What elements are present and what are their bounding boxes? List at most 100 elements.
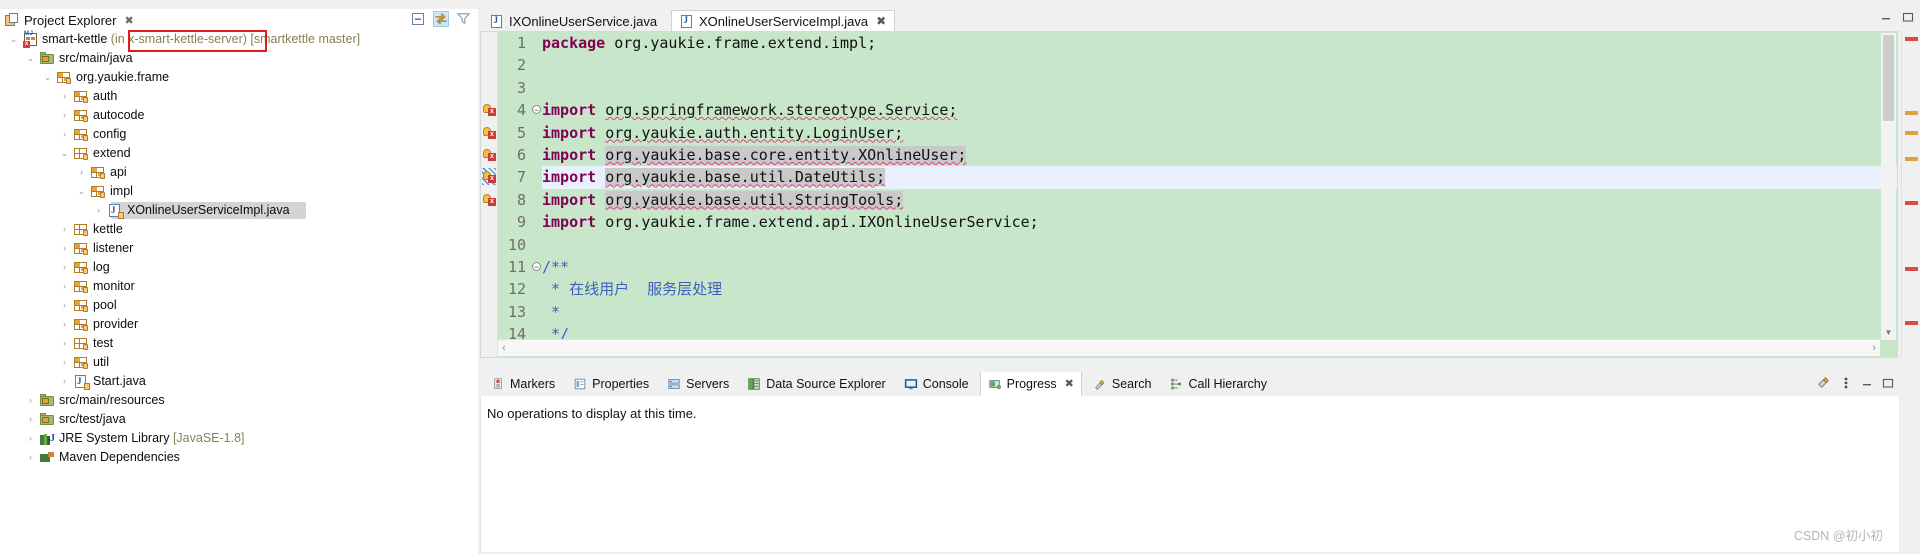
tree-item-util[interactable]: › util bbox=[0, 353, 478, 372]
tab-project-explorer[interactable]: Project Explorer ✖ bbox=[4, 11, 134, 29]
tree-expand-arrow[interactable]: › bbox=[59, 296, 70, 315]
ruler-mark-warning[interactable] bbox=[1905, 111, 1918, 115]
tree-item-auth[interactable]: › auth bbox=[0, 87, 478, 106]
code-line[interactable] bbox=[542, 77, 1897, 99]
ruler-mark-occurrence[interactable] bbox=[1905, 201, 1918, 205]
tree-item-xonlineuserserviceimpl-java[interactable]: › J XOnlineUserServiceImpl.java bbox=[0, 201, 478, 220]
tree-item-src-test-java[interactable]: › src/test/java bbox=[0, 410, 478, 429]
tree-expand-arrow[interactable]: › bbox=[59, 87, 70, 106]
tree-expand-arrow[interactable]: › bbox=[93, 201, 104, 220]
tree-expand-arrow[interactable]: › bbox=[59, 220, 70, 239]
code-text-area[interactable]: package org.yaukie.frame.extend.impl; im… bbox=[542, 32, 1897, 357]
code-line[interactable]: import org.yaukie.base.core.entity.XOnli… bbox=[542, 144, 1897, 166]
tree-expand-arrow[interactable]: ⌄ bbox=[8, 30, 19, 49]
tree-expand-arrow[interactable]: › bbox=[25, 448, 36, 467]
bottom-tab-console[interactable]: Console bbox=[897, 372, 976, 396]
warning-marker[interactable]: x bbox=[481, 144, 497, 166]
tree-expand-arrow[interactable]: › bbox=[59, 258, 70, 277]
view-menu-filter-icon[interactable] bbox=[456, 11, 472, 27]
bottom-tab-progress[interactable]: Progress ✖ bbox=[979, 372, 1082, 396]
tree-expand-arrow[interactable]: › bbox=[25, 391, 36, 410]
scroll-left-arrow[interactable]: ‹ bbox=[502, 340, 506, 356]
tree-expand-arrow[interactable]: › bbox=[59, 353, 70, 372]
code-line[interactable]: import org.springframework.stereotype.Se… bbox=[542, 99, 1897, 121]
close-icon[interactable]: ✖ bbox=[124, 14, 133, 27]
bottom-tab-markers[interactable]: Markers bbox=[484, 372, 562, 396]
editor-tab-0[interactable]: J IXOnlineUserService.java bbox=[482, 10, 666, 32]
tree-item-provider[interactable]: › provider bbox=[0, 315, 478, 334]
tree-item-monitor[interactable]: › monitor bbox=[0, 277, 478, 296]
tree-item-test[interactable]: › test bbox=[0, 334, 478, 353]
tree-item-listener[interactable]: › listener bbox=[0, 239, 478, 258]
bottom-tab-search[interactable]: Search bbox=[1086, 372, 1159, 396]
tree-expand-arrow[interactable]: › bbox=[59, 334, 70, 353]
tree-item-log[interactable]: › log bbox=[0, 258, 478, 277]
fold-collapse-icon[interactable]: − bbox=[531, 256, 542, 278]
tree-expand-arrow[interactable]: › bbox=[59, 106, 70, 125]
bottom-tab-servers[interactable]: Servers bbox=[660, 372, 736, 396]
close-icon[interactable]: ✖ bbox=[1065, 377, 1074, 390]
minimize-icon[interactable] bbox=[1861, 377, 1873, 392]
warning-marker[interactable]: x bbox=[481, 99, 497, 121]
tree-item-extend[interactable]: ⌄ extend bbox=[0, 144, 478, 163]
maximize-icon[interactable] bbox=[1882, 377, 1894, 392]
tree-item-start-java[interactable]: › J Start.java bbox=[0, 372, 478, 391]
tree-item-maven-dependencies[interactable]: › Maven Dependencies bbox=[0, 448, 478, 467]
tree-expand-arrow[interactable]: ⌄ bbox=[59, 144, 70, 163]
code-line[interactable]: import org.yaukie.auth.entity.LoginUser; bbox=[542, 122, 1897, 144]
ruler-mark-error[interactable] bbox=[1905, 37, 1918, 41]
ruler-mark-occurrence[interactable] bbox=[1905, 321, 1918, 325]
code-line[interactable]: package org.yaukie.frame.extend.impl; bbox=[542, 32, 1897, 54]
clear-icon[interactable] bbox=[1816, 375, 1831, 393]
minimize-icon[interactable] bbox=[1880, 11, 1892, 23]
tree-item-impl[interactable]: ⌄ impl bbox=[0, 182, 478, 201]
scroll-thumb[interactable] bbox=[1883, 35, 1894, 121]
tree-expand-arrow[interactable]: › bbox=[59, 372, 70, 391]
ruler-mark-warning[interactable] bbox=[1905, 157, 1918, 161]
tree-expand-arrow[interactable]: › bbox=[25, 429, 36, 448]
tree-expand-arrow[interactable]: › bbox=[59, 239, 70, 258]
code-line[interactable] bbox=[542, 54, 1897, 76]
code-line[interactable] bbox=[542, 234, 1897, 256]
overview-ruler[interactable] bbox=[1901, 31, 1920, 358]
tree-expand-arrow[interactable]: › bbox=[59, 315, 70, 334]
scroll-right-arrow[interactable]: › bbox=[1872, 340, 1876, 356]
project-tree[interactable]: ⌄ M Jx smart-kettle (in x-smart-kettle-ser… bbox=[0, 30, 478, 554]
tree-expand-arrow[interactable]: › bbox=[59, 125, 70, 144]
bottom-tab-call-hierarchy[interactable]: Call Hierarchy bbox=[1162, 372, 1274, 396]
tree-expand-arrow[interactable]: › bbox=[25, 410, 36, 429]
tree-expand-arrow[interactable]: ⌄ bbox=[42, 68, 53, 87]
link-with-editor-icon[interactable] bbox=[433, 11, 449, 27]
maximize-icon[interactable] bbox=[1902, 11, 1914, 23]
tree-expand-arrow[interactable]: › bbox=[76, 163, 87, 182]
code-line[interactable]: * bbox=[542, 301, 1897, 323]
warning-marker[interactable]: x bbox=[481, 189, 497, 211]
fold-collapse-icon[interactable]: − bbox=[531, 99, 542, 121]
code-line[interactable]: import org.yaukie.base.util.DateUtils; bbox=[542, 166, 1897, 189]
marker-gutter[interactable]: xxxxx bbox=[481, 32, 498, 357]
bottom-tab-properties[interactable]: Properties bbox=[566, 372, 656, 396]
ruler-mark-warning[interactable] bbox=[1905, 131, 1918, 135]
scroll-down-arrow[interactable]: ▼ bbox=[1881, 326, 1896, 340]
tree-item-pool[interactable]: › pool bbox=[0, 296, 478, 315]
tree-item-api[interactable]: › api bbox=[0, 163, 478, 182]
tree-expand-arrow[interactable]: › bbox=[59, 277, 70, 296]
view-menu-icon[interactable] bbox=[1840, 376, 1852, 393]
tree-expand-arrow[interactable]: ⌄ bbox=[25, 49, 36, 68]
code-editor[interactable]: xxxxx 1 2 3 4 5 6 7 8 9 10 11 12 13 14 − − package org… bbox=[480, 31, 1898, 358]
tree-item-jre-system-library[interactable]: › J JRE System Library [JavaSE-1.8] bbox=[0, 429, 478, 448]
code-line[interactable]: * 在线用户 服务层处理 bbox=[542, 278, 1897, 300]
close-icon[interactable]: ✖ bbox=[876, 14, 886, 28]
code-line[interactable]: import org.yaukie.frame.extend.api.IXOnl… bbox=[542, 211, 1897, 233]
bottom-tab-data-source-explorer[interactable]: Data Source Explorer bbox=[740, 372, 893, 396]
collapse-all-icon[interactable] bbox=[410, 11, 426, 27]
warning-marker[interactable]: x bbox=[481, 122, 497, 144]
editor-vertical-scrollbar[interactable]: ▲ ▼ bbox=[1881, 33, 1896, 340]
tree-expand-arrow[interactable]: ⌄ bbox=[76, 182, 87, 201]
code-line[interactable]: /** bbox=[542, 256, 1897, 278]
tree-item-org-yaukie-frame[interactable]: ⌄ org.yaukie.frame bbox=[0, 68, 478, 87]
editor-horizontal-scrollbar[interactable]: ‹ › bbox=[498, 339, 1880, 356]
tree-item-config[interactable]: › config bbox=[0, 125, 478, 144]
breakpoint-marker[interactable]: x bbox=[481, 166, 497, 188]
tree-item-src-main-resources[interactable]: › src/main/resources bbox=[0, 391, 478, 410]
